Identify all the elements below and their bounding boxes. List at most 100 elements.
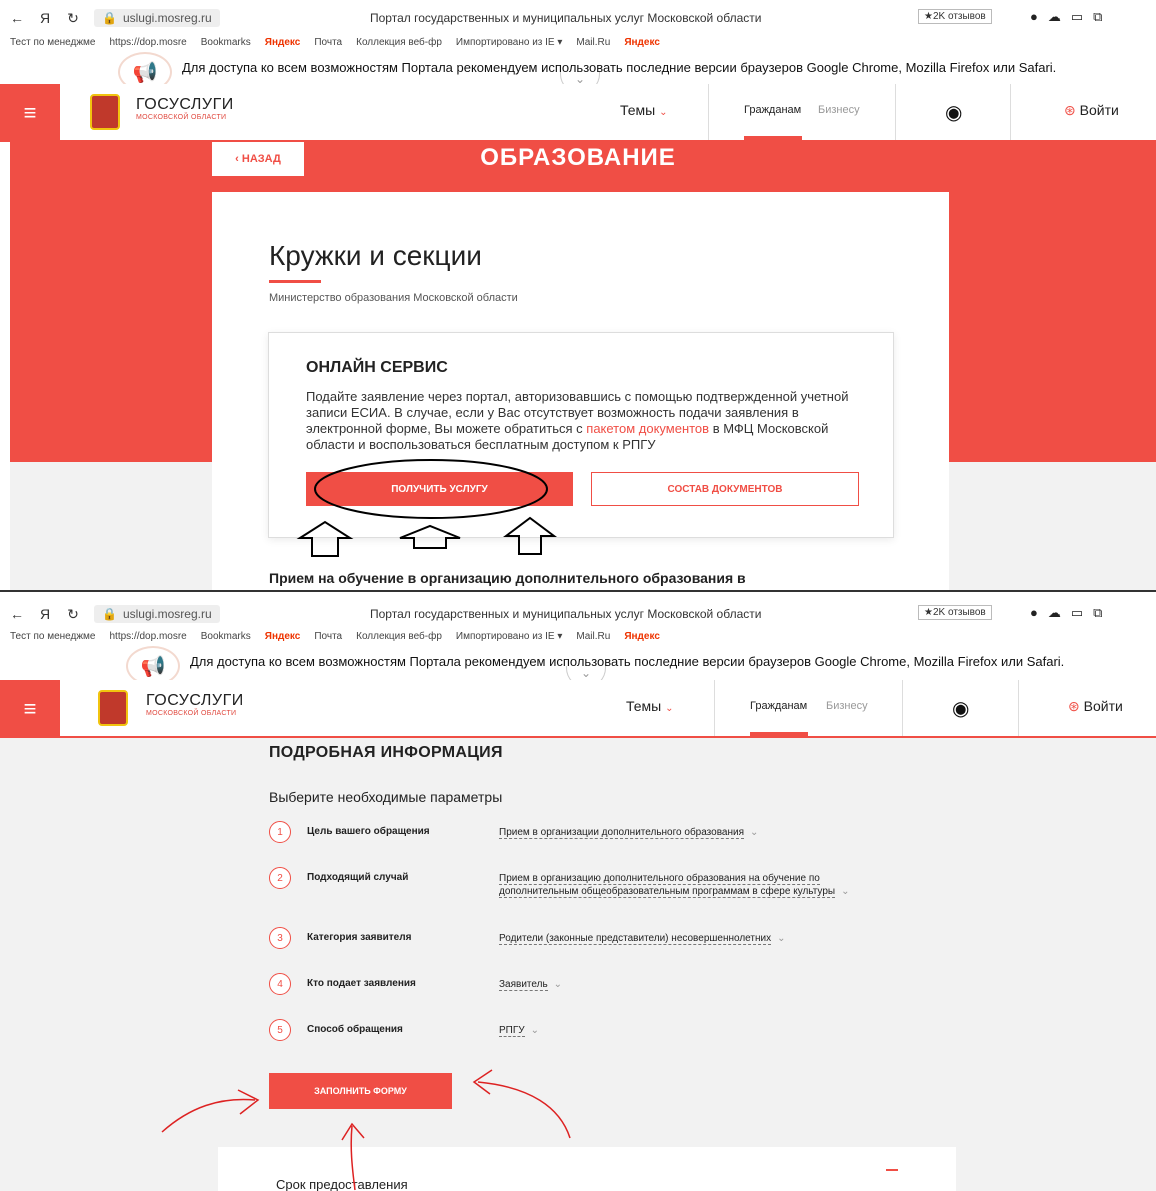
tab-citizens[interactable]: Гражданам (744, 104, 801, 116)
step-number: 4 (269, 973, 291, 995)
bookmark-2[interactable]: Bookmarks (201, 37, 251, 48)
adblock-icon[interactable]: ● (1030, 605, 1038, 621)
fill-form-button[interactable]: ЗАПОЛНИТЬ ФОРМУ (269, 1073, 452, 1109)
login-button[interactable]: ⊛ Войти (1064, 102, 1119, 119)
browser-toolbar: ← Я ↻ 🔒 uslugi.mosreg.ru Портал государст… (0, 2, 1156, 34)
screenshot-bottom: ← Я ↻ 🔒 uslugi.mosreg.ru Портал государст… (0, 590, 1156, 1191)
user-icon: ⊛ (1068, 698, 1080, 714)
details-title: ПОДРОБНАЯ ИНФОРМАЦИЯ (269, 744, 503, 761)
bookmark-1[interactable]: https://dop.mosre (109, 37, 186, 48)
section-title: ОБРАЗОВАНИЕ (480, 144, 676, 171)
bookmark-4[interactable]: Почта (314, 37, 342, 48)
get-service-button[interactable]: ПОЛУЧИТЬ УСЛУГУ (306, 472, 573, 506)
chevron-down-icon: ⌄ (530, 1025, 540, 1036)
param-select[interactable]: РПГУ ⌄ (499, 1024, 879, 1037)
reload-icon[interactable]: ↻ (62, 10, 84, 27)
banner-message: Для доступа ко всем возможностям Портала… (190, 654, 1065, 669)
chevron-down-icon: ⌄ (777, 933, 786, 944)
service-card: Кружки и секции Министерство образования… (212, 192, 949, 590)
lock-icon: 🔒 (102, 11, 117, 25)
menu-icon[interactable]: ≡ (0, 680, 60, 738)
cloud-icon[interactable]: ☁ (1048, 9, 1061, 25)
chevron-down-icon: ⌄ (750, 827, 759, 838)
browser-toolbar: ← Я ↻ 🔒 uslugi.mosreg.ru Портал государст… (0, 598, 1156, 630)
battery-icon[interactable]: ▭ (1071, 9, 1083, 25)
themes-menu[interactable]: Темы ⌄ (626, 698, 674, 714)
step-number: 5 (269, 1019, 291, 1041)
coat-of-arms-logo[interactable] (98, 690, 128, 726)
select-params-title: Выберите необходимые параметры (269, 789, 503, 805)
bookmark-6[interactable]: Импортировано из IE ▾ (456, 37, 563, 48)
documents-package-link[interactable]: пакетом документов (586, 421, 709, 436)
extensions-bar: ● ☁ ▭ ⧉ (1030, 605, 1102, 621)
bookmark-7[interactable]: Mail.Ru (576, 37, 610, 48)
brand[interactable]: ГОСУСЛУГИ МОСКОВСКОЙ ОБЛАСТИ (146, 692, 244, 717)
site-header: ≡ ГОСУСЛУГИ МОСКОВСКОЙ ОБЛАСТИ Темы ⌄ Гра… (0, 680, 1156, 738)
bookmark-0[interactable]: Тест по менеджме (10, 631, 95, 642)
param-select[interactable]: Заявитель ⌄ (499, 978, 879, 991)
adblock-icon[interactable]: ● (1030, 9, 1038, 25)
param-label: Категория заявителя (307, 932, 412, 943)
bookmark-8[interactable]: Яндекс (624, 631, 660, 642)
brand[interactable]: ГОСУСЛУГИ МОСКОВСКОЙ ОБЛАСТИ (136, 96, 234, 121)
yandex-icon[interactable]: Я (34, 10, 56, 26)
param-category: 3 Категория заявителя Родители (законные… (269, 927, 969, 957)
bookmark-7[interactable]: Mail.Ru (576, 631, 610, 642)
term-accordion[interactable]: Срок предоставления (218, 1147, 956, 1191)
accessibility-eye-icon[interactable]: ◉ (945, 100, 962, 125)
reviews-badge[interactable]: ★2K отзывов (918, 9, 992, 24)
step-number: 2 (269, 867, 291, 889)
bookmark-3[interactable]: Яндекс (265, 631, 301, 642)
admission-heading: Прием на обучение в организацию дополнит… (269, 570, 746, 586)
bookmark-2[interactable]: Bookmarks (201, 631, 251, 642)
themes-menu[interactable]: Темы ⌄ (620, 102, 668, 118)
bookmark-4[interactable]: Почта (314, 631, 342, 642)
tab-business[interactable]: Бизнесу (826, 700, 868, 712)
login-button[interactable]: ⊛ Войти (1068, 698, 1123, 715)
reviews-badge[interactable]: ★2K отзывов (918, 605, 992, 620)
param-case: 2 Подходящий случай Прием в организацию … (269, 867, 969, 907)
bookmark-3[interactable]: Яндекс (265, 37, 301, 48)
user-icon: ⊛ (1064, 102, 1076, 118)
bookmark-0[interactable]: Тест по менеджме (10, 37, 95, 48)
bookmarks-bar: Тест по менеджме https://dop.mosre Bookm… (0, 628, 1156, 644)
term-label: Срок предоставления (276, 1177, 408, 1191)
translate-icon[interactable]: ⧉ (1093, 9, 1102, 25)
param-select[interactable]: Родители (законные представители) несове… (499, 932, 879, 945)
back-arrow-icon[interactable]: ← (6, 10, 28, 26)
bookmark-6[interactable]: Импортировано из IE ▾ (456, 631, 563, 642)
param-select[interactable]: Прием в организации дополнительного обра… (499, 826, 879, 839)
translate-icon[interactable]: ⧉ (1093, 605, 1102, 621)
coat-of-arms-logo[interactable] (90, 94, 120, 130)
address-bar[interactable]: 🔒 uslugi.mosreg.ru (94, 9, 220, 27)
param-label: Цель вашего обращения (307, 826, 430, 837)
param-label: Подходящий случай (307, 872, 409, 883)
bookmark-8[interactable]: Яндекс (624, 37, 660, 48)
reload-icon[interactable]: ↻ (62, 606, 84, 623)
page-title: Портал государственных и муниципальных у… (370, 11, 762, 25)
bookmark-1[interactable]: https://dop.mosre (109, 631, 186, 642)
step-number: 3 (269, 927, 291, 949)
param-method: 5 Способ обращения РПГУ ⌄ (269, 1019, 969, 1049)
chevron-down-icon: ⌄ (665, 703, 674, 714)
battery-icon[interactable]: ▭ (1071, 605, 1083, 621)
bookmark-5[interactable]: Коллекция веб-фр (356, 37, 442, 48)
chevron-down-icon: ⌄ (841, 886, 850, 897)
bookmark-5[interactable]: Коллекция веб-фр (356, 631, 442, 642)
chevron-down-icon: ⌄ (553, 979, 563, 990)
service-title: Кружки и секции (269, 240, 482, 271)
address-bar[interactable]: 🔒 uslugi.mosreg.ru (94, 605, 220, 623)
lock-icon: 🔒 (102, 607, 117, 621)
tab-citizens[interactable]: Гражданам (750, 700, 807, 712)
chevron-down-icon: ⌄ (659, 107, 668, 118)
cloud-icon[interactable]: ☁ (1048, 605, 1061, 621)
menu-icon[interactable]: ≡ (0, 84, 60, 142)
collapse-icon[interactable] (886, 1169, 898, 1171)
documents-list-button[interactable]: СОСТАВ ДОКУМЕНТОВ (591, 472, 859, 506)
accessibility-eye-icon[interactable]: ◉ (952, 696, 969, 721)
tab-business[interactable]: Бизнесу (818, 104, 860, 116)
yandex-icon[interactable]: Я (34, 606, 56, 622)
back-arrow-icon[interactable]: ← (6, 606, 28, 622)
param-select[interactable]: Прием в организацию дополнительного обра… (499, 872, 879, 898)
extensions-bar: ● ☁ ▭ ⧉ (1030, 9, 1102, 25)
